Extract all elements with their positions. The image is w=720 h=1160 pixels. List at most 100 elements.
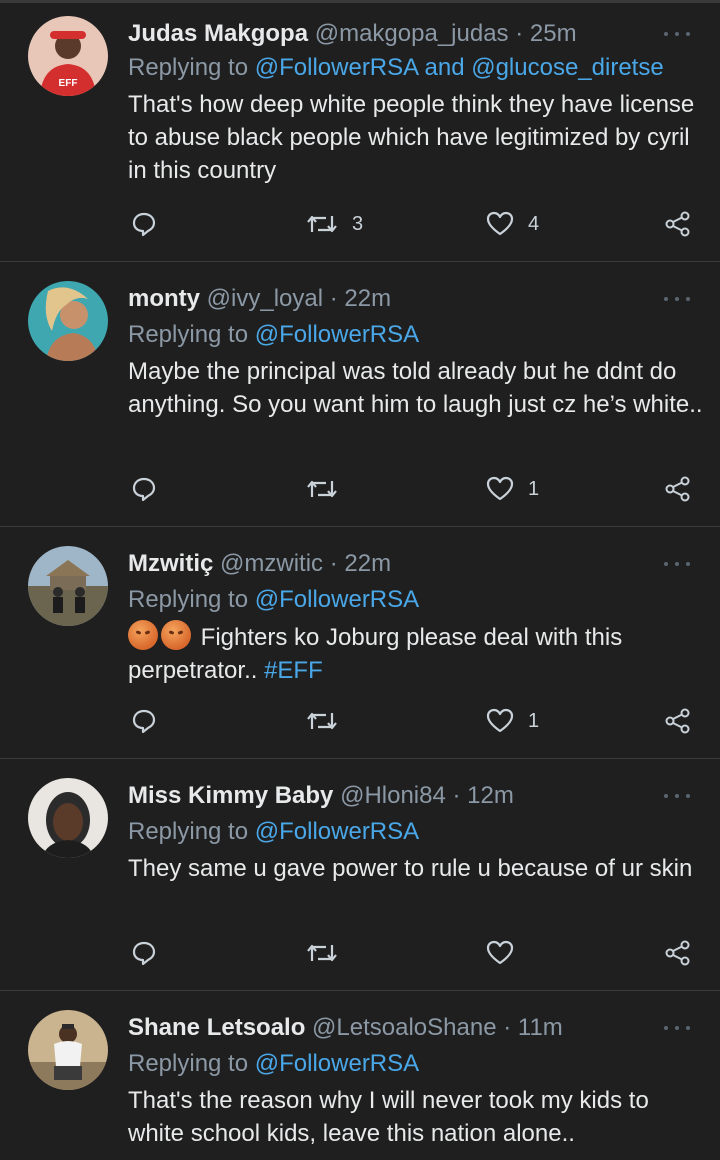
like-button[interactable]: 4 [486, 206, 539, 242]
tweet[interactable]: monty @ivy_loyal · 22m Replying to @Foll… [0, 281, 720, 526]
retweet-icon [307, 215, 337, 233]
avatar[interactable] [28, 546, 108, 626]
share-icon [665, 708, 690, 734]
tweet-text: Fighters ko Joburg please deal with this… [128, 620, 708, 687]
share-button[interactable] [664, 206, 692, 242]
heart-icon [486, 211, 514, 236]
share-button[interactable] [664, 703, 692, 739]
more-icon[interactable] [664, 1024, 690, 1032]
retweet-button[interactable]: 3 [306, 206, 363, 242]
replying-to: Replying to @FollowerRSA [128, 319, 419, 351]
separator-dot: · [452, 782, 461, 809]
tweet-header: monty @ivy_loyal · 22m [128, 283, 391, 315]
share-icon [665, 940, 690, 966]
display-name[interactable]: Miss Kimmy Baby [128, 782, 333, 809]
timestamp[interactable]: 22m [344, 285, 391, 312]
replying-to: Replying to @FollowerRSA and @glucose_di… [128, 52, 664, 84]
top-divider [0, 0, 720, 3]
replying-to: Replying to @FollowerRSA [128, 1048, 419, 1080]
tweet[interactable]: Shane Letsoalo @LetsoaloShane · 11m Repl… [0, 1010, 720, 1160]
tweet-text-content: Fighters ko Joburg please deal with this… [128, 624, 623, 684]
timestamp[interactable]: 11m [518, 1014, 563, 1041]
like-button[interactable]: 1 [486, 703, 539, 739]
reply-mentions[interactable]: @FollowerRSA [255, 818, 419, 845]
display-name[interactable]: monty [128, 285, 200, 312]
reply-button[interactable] [131, 206, 157, 242]
tweet-divider [0, 261, 720, 262]
tweet[interactable]: Miss Kimmy Baby @Hloni84 · 12m Replying … [0, 778, 720, 990]
display-name[interactable]: Judas Makgopa [128, 20, 308, 47]
like-count: 4 [528, 212, 540, 235]
share-button[interactable] [664, 471, 692, 507]
reply-mentions[interactable]: @FollowerRSA and @glucose_diretse [255, 54, 664, 81]
display-name[interactable]: Shane Letsoalo [128, 1014, 305, 1041]
reply-mentions[interactable]: @FollowerRSA [255, 321, 419, 348]
tweet-text: Maybe the principal was told already but… [128, 358, 703, 418]
tweet-header: Shane Letsoalo @LetsoaloShane · 11m [128, 1012, 563, 1044]
avatar[interactable] [28, 1010, 108, 1090]
reply-mentions[interactable]: @FollowerRSA [255, 586, 419, 613]
tweet[interactable]: EFF Judas Makgopa @makgopa_judas · 25m R… [0, 16, 720, 262]
retweet-icon [307, 480, 337, 498]
replying-to-label: Replying to [128, 321, 255, 348]
separator-dot: · [515, 20, 524, 47]
reply-icon [132, 212, 156, 237]
replying-to-label: Replying to [128, 1050, 255, 1077]
username[interactable]: @LetsoaloShane [312, 1014, 497, 1041]
tweet-divider [0, 990, 720, 991]
tweet-actions: 3 4 [0, 206, 720, 242]
reply-icon [132, 941, 156, 966]
tweet-divider [0, 758, 720, 759]
share-icon [665, 211, 690, 237]
display-name[interactable]: Mzwitiç [128, 550, 213, 577]
share-button[interactable] [664, 935, 692, 971]
replying-to: Replying to @FollowerRSA [128, 816, 419, 848]
hashtag-link[interactable]: #EFF [264, 657, 323, 684]
tweet-actions: 1 [0, 471, 720, 507]
tweet-header: Mzwitiç @mzwitic · 22m [128, 548, 391, 580]
angry-face-icon [161, 620, 191, 650]
avatar[interactable] [28, 281, 108, 361]
more-icon[interactable] [664, 792, 690, 800]
tweet-header: Miss Kimmy Baby @Hloni84 · 12m [128, 780, 514, 812]
username[interactable]: @makgopa_judas [315, 20, 509, 47]
share-icon [665, 476, 690, 502]
timestamp[interactable]: 25m [530, 20, 577, 47]
more-icon[interactable] [664, 295, 690, 303]
tweet-header: Judas Makgopa @makgopa_judas · 25m [128, 18, 577, 50]
timestamp[interactable]: 22m [344, 550, 391, 577]
separator-dot: · [503, 1014, 512, 1041]
reply-button[interactable] [131, 471, 157, 507]
like-button[interactable] [486, 935, 528, 971]
tweet[interactable]: Mzwitiç @mzwitic · 22m Replying to @Foll… [0, 546, 720, 758]
like-button[interactable]: 1 [486, 471, 539, 507]
angry-face-icon [128, 620, 158, 650]
retweet-icon [307, 944, 337, 962]
username[interactable]: @mzwitic [220, 550, 323, 577]
avatar[interactable]: EFF [28, 16, 108, 96]
more-icon[interactable] [664, 30, 690, 38]
timestamp[interactable]: 12m [467, 782, 514, 809]
username[interactable]: @Hloni84 [340, 782, 446, 809]
reply-button[interactable] [131, 935, 157, 971]
retweet-button[interactable] [306, 703, 352, 739]
retweet-button[interactable] [306, 935, 352, 971]
reply-mentions[interactable]: @FollowerRSA [255, 1050, 419, 1077]
heart-icon [486, 940, 514, 965]
replying-to-label: Replying to [128, 818, 255, 845]
reply-button[interactable] [131, 703, 157, 739]
avatar[interactable] [28, 778, 108, 858]
retweet-button[interactable] [306, 471, 352, 507]
like-count: 1 [528, 477, 540, 500]
tweet-actions: 1 [0, 703, 720, 739]
more-icon[interactable] [664, 560, 690, 568]
tweet-text: They same u gave power to rule u because… [128, 855, 693, 882]
separator-dot: · [329, 285, 338, 312]
tweet-actions [0, 935, 720, 971]
username[interactable]: @ivy_loyal [207, 285, 323, 312]
replying-to-label: Replying to [128, 586, 255, 613]
replying-to-label: Replying to [128, 54, 255, 81]
reply-icon [132, 477, 156, 502]
reply-icon [132, 709, 156, 734]
like-count: 1 [528, 709, 540, 732]
